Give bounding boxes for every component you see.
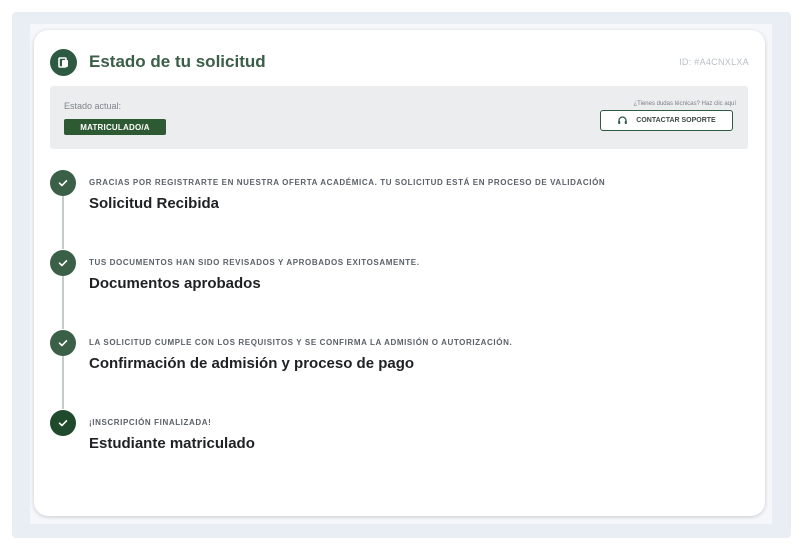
- support-help-text[interactable]: ¿Tienes dudas técnicas? Haz clic aquí: [634, 101, 737, 107]
- step-caption: GRACIAS POR REGISTRARTE EN NUESTRA OFERT…: [89, 178, 606, 187]
- check-icon: [50, 170, 76, 196]
- check-icon: [50, 330, 76, 356]
- status-card: Estado de tu solicitud ID: #A4CNXLXA Est…: [34, 30, 765, 516]
- step-caption: TUS DOCUMENTOS HAN SIDO REVISADOS Y APRO…: [89, 258, 420, 267]
- step-caption: ¡INSCRIPCIÓN FINALIZADA!: [89, 418, 212, 427]
- step-title: Documentos aprobados: [89, 275, 261, 292]
- timeline-step-admission: LA SOLICITUD CUMPLE CON LOS REQUISITOS Y…: [50, 330, 748, 380]
- contact-support-button[interactable]: CONTACTAR SOPORTE: [600, 110, 733, 131]
- timeline-step-enrolled: ¡INSCRIPCIÓN FINALIZADA! Estudiante matr…: [50, 410, 748, 460]
- contact-support-label: CONTACTAR SOPORTE: [636, 117, 716, 124]
- document-status-icon: [50, 48, 77, 76]
- check-icon: [50, 410, 76, 436]
- headset-icon: [617, 115, 628, 126]
- card-header: Estado de tu solicitud ID: #A4CNXLXA: [50, 48, 749, 76]
- step-title: Solicitud Recibida: [89, 195, 220, 212]
- progress-timeline: GRACIAS POR REGISTRARTE EN NUESTRA OFERT…: [50, 170, 748, 490]
- timeline-step-received: GRACIAS POR REGISTRARTE EN NUESTRA OFERT…: [50, 170, 748, 220]
- step-title: Estudiante matriculado: [89, 435, 255, 452]
- status-label: Estado actual:: [64, 101, 122, 111]
- current-status-panel: Estado actual: MATRICULADO/A ¿Tienes dud…: [50, 86, 748, 149]
- status-badge: MATRICULADO/A: [64, 119, 166, 135]
- check-icon: [50, 250, 76, 276]
- step-title: Confirmación de admisión y proceso de pa…: [89, 355, 415, 372]
- step-caption: LA SOLICITUD CUMPLE CON LOS REQUISITOS Y…: [89, 338, 513, 347]
- request-id: ID: #A4CNXLXA: [679, 57, 749, 67]
- timeline-step-documents: TUS DOCUMENTOS HAN SIDO REVISADOS Y APRO…: [50, 250, 748, 300]
- page-title: Estado de tu solicitud: [89, 52, 266, 71]
